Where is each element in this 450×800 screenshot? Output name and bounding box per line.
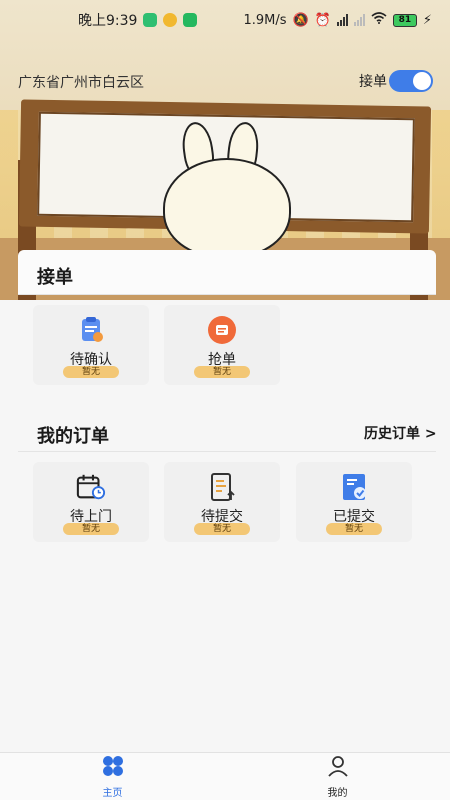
tile-pending-submit[interactable]: 待提交 暂无 xyxy=(164,462,280,542)
status-time: 晚上9:39 xyxy=(78,13,138,29)
signal-icon xyxy=(353,14,365,26)
nav-item-home[interactable]: 主页 xyxy=(0,753,225,800)
grab-order-icon xyxy=(207,315,237,345)
app-notification-icon xyxy=(163,13,178,27)
tile-grab-order[interactable]: 抢单 暂无 xyxy=(164,305,280,385)
nav-label-home: 主页 xyxy=(102,787,123,799)
toggle-label: 接单 xyxy=(359,74,387,90)
alarm-icon: ⏰ xyxy=(314,12,331,28)
mute-icon: 🔕 xyxy=(292,12,309,28)
divider xyxy=(18,294,436,295)
status-badge: 暂无 xyxy=(63,523,119,535)
history-orders-link[interactable]: 历史订单 > xyxy=(364,423,437,443)
calendar-clock-icon xyxy=(76,472,106,502)
location-label: 广东省广州市白云区 xyxy=(18,75,144,91)
nav-item-me[interactable]: 我的 xyxy=(225,753,450,800)
signal-icon xyxy=(336,14,348,26)
charging-icon: ⚡ xyxy=(422,12,432,28)
status-badge: 暂无 xyxy=(326,523,382,535)
clipboard-icon xyxy=(76,315,106,345)
section-title-my-orders: 我的订单 xyxy=(37,426,109,447)
status-badge: 暂无 xyxy=(194,366,250,378)
nav-label-me: 我的 xyxy=(327,787,348,799)
accept-orders-toggle[interactable]: 接单 xyxy=(359,70,433,92)
person-icon xyxy=(327,755,349,781)
status-badge: 暂无 xyxy=(194,523,250,535)
divider xyxy=(18,451,436,452)
wifi-icon xyxy=(371,12,387,28)
toggle-switch[interactable] xyxy=(389,70,433,92)
section-title-accept: 接单 xyxy=(37,267,73,288)
toggle-knob xyxy=(413,72,431,90)
home-grid-icon xyxy=(101,755,125,781)
tile-awaiting-visit[interactable]: 待上门 暂无 xyxy=(33,462,149,542)
app-notification-icon xyxy=(143,13,158,27)
app-notification-icon xyxy=(183,13,198,27)
document-upload-icon xyxy=(207,472,237,502)
battery-icon: 81 xyxy=(392,13,417,27)
status-bar: 晚上9:39 1.9M/s 🔕 ⏰ 81 ⚡ xyxy=(0,0,450,40)
network-speed: 1.9M/s xyxy=(243,12,287,28)
bottom-nav: 主页 我的 xyxy=(0,752,450,800)
tile-pending-confirm[interactable]: 待确认 暂无 xyxy=(33,305,149,385)
tile-submitted[interactable]: 已提交 暂无 xyxy=(296,462,412,542)
section-header-card xyxy=(18,250,436,295)
document-check-icon xyxy=(339,472,369,502)
status-badge: 暂无 xyxy=(63,366,119,378)
bunny-illustration xyxy=(163,158,291,258)
